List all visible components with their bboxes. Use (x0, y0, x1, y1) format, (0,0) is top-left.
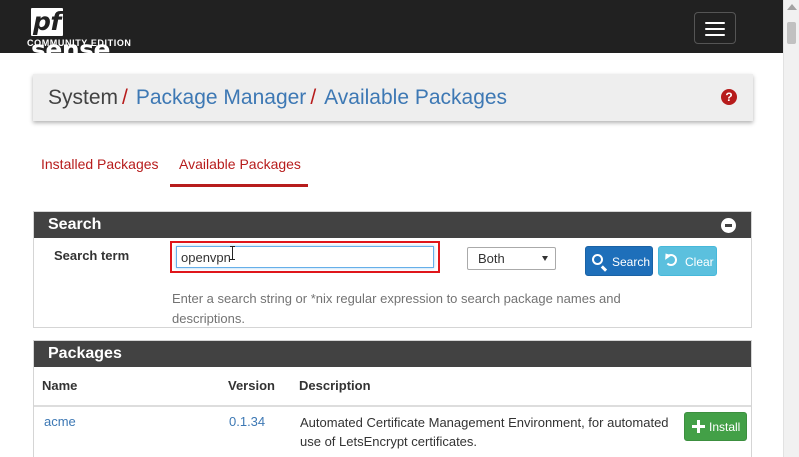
text-cursor-icon (230, 246, 235, 260)
tab-installed-packages[interactable]: Installed Packages (41, 155, 159, 173)
page: pfsense COMMUNITY EDITION System / Package… (0, 0, 783, 457)
breadcrumb-separator: / (122, 86, 128, 109)
clear-button-label: Clear (685, 255, 714, 269)
breadcrumb-separator: / (310, 86, 317, 109)
search-button[interactable]: Search (585, 246, 653, 276)
breadcrumb-bar: System / Package Manager / Available Package… (33, 74, 753, 121)
column-header-description[interactable]: Description (299, 378, 371, 393)
column-header-version[interactable]: Version (228, 378, 275, 393)
active-tab-indicator (170, 184, 308, 187)
package-version-link[interactable]: 0.1.34 (229, 414, 265, 429)
magnifier-icon (592, 254, 603, 265)
breadcrumb: System / Package Manager / Available Package… (48, 85, 507, 111)
breadcrumb-package-manager[interactable]: Package Manager (136, 86, 306, 109)
search-panel: Search Search term Both Search Clear Ent… (33, 211, 752, 328)
chevron-down-icon (542, 256, 548, 261)
column-header-name[interactable]: Name (42, 378, 77, 393)
breadcrumb-system: System (48, 86, 119, 109)
undo-icon (665, 254, 677, 266)
search-input-highlight (170, 241, 440, 273)
search-scope-value: Both (478, 251, 505, 266)
package-name-link[interactable]: acme (44, 414, 76, 429)
package-description: Automated Certificate Management Environ… (300, 415, 669, 449)
logo-edition: COMMUNITY EDITION (27, 38, 132, 48)
hamburger-icon[interactable] (694, 12, 736, 44)
tab-available-packages[interactable]: Available Packages (179, 155, 301, 173)
breadcrumb-available-packages[interactable]: Available Packages (324, 86, 507, 109)
scrollbar-thumb[interactable] (787, 22, 796, 44)
search-panel-title: Search (48, 216, 102, 233)
logo-pf: pf (31, 7, 63, 36)
search-panel-header: Search (34, 212, 751, 238)
pfsense-logo[interactable]: pfsense COMMUNITY EDITION (27, 8, 137, 64)
clear-button[interactable]: Clear (658, 246, 717, 276)
plus-icon (692, 420, 705, 433)
packages-panel: Packages Name Version Description acme 0… (33, 340, 752, 457)
question-circle-icon[interactable]: ? (721, 89, 737, 105)
install-button-label: Install (709, 420, 741, 434)
install-button[interactable]: Install (684, 412, 747, 441)
search-button-label: Search (612, 255, 651, 269)
packages-panel-title: Packages (48, 345, 122, 362)
search-scope-select[interactable]: Both (467, 247, 556, 270)
table-header-divider (34, 405, 751, 407)
search-help-text: Enter a search string or *nix regular ex… (172, 291, 621, 326)
top-navbar: pfsense COMMUNITY EDITION (0, 0, 783, 64)
scroll-up-arrow-icon[interactable] (787, 4, 797, 10)
minus-circle-icon[interactable] (721, 218, 736, 233)
search-input[interactable] (176, 246, 434, 268)
logo-wordmark: pfsense (31, 8, 137, 64)
search-term-label: Search term (54, 248, 130, 263)
packages-panel-header: Packages (34, 341, 751, 367)
vertical-scrollbar[interactable] (783, 0, 799, 457)
